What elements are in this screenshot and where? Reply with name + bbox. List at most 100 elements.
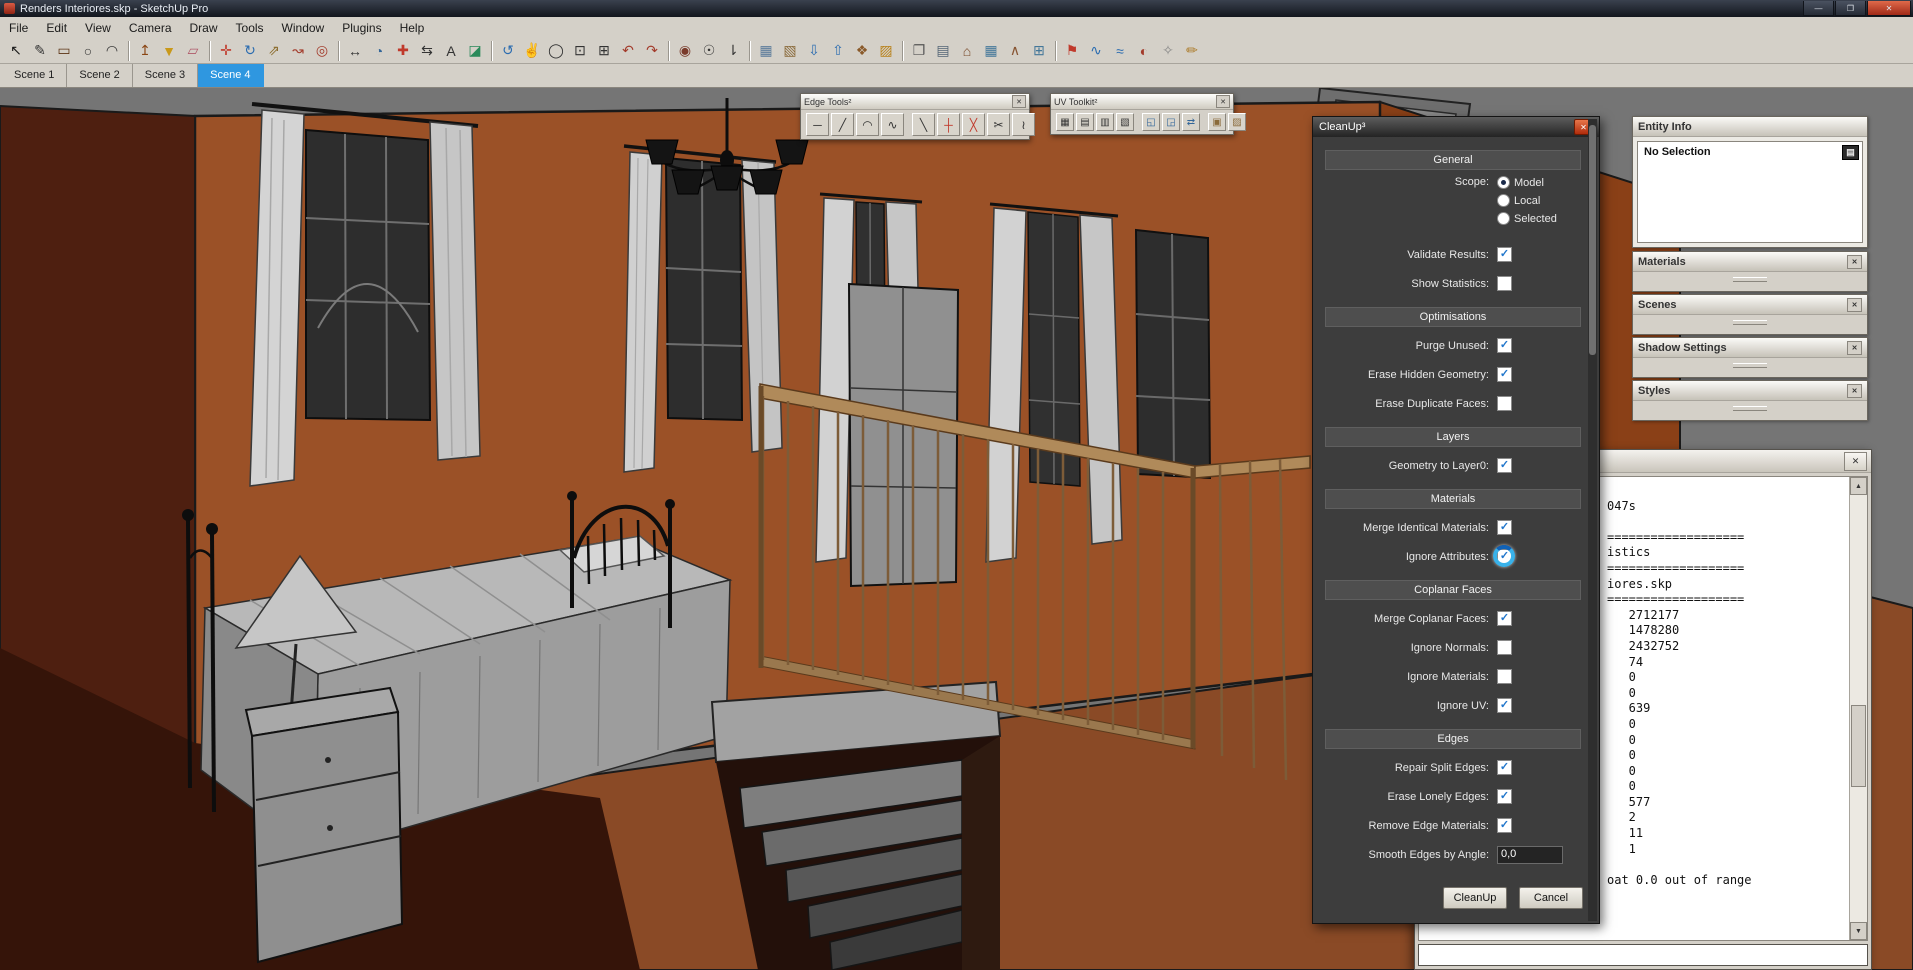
scrollbar-thumb[interactable] <box>1589 125 1596 355</box>
checkbox-validate-results[interactable]: ✓ <box>1497 247 1512 262</box>
window-plugin[interactable]: ⊞ <box>1028 40 1050 62</box>
pencil-plugin[interactable]: ✏ <box>1181 40 1203 62</box>
orbit-tool[interactable]: ↺ <box>497 40 519 62</box>
console-input[interactable] <box>1418 944 1868 966</box>
uv-copy[interactable]: ◱ <box>1142 113 1160 131</box>
uv-restore[interactable]: ▨ <box>1228 113 1246 131</box>
next-view-tool[interactable]: ↷ <box>641 40 663 62</box>
photo-textures-plugin[interactable]: ▧ <box>779 40 801 62</box>
radio-selected[interactable] <box>1497 212 1510 225</box>
entity-info-titlebar[interactable]: Entity Info <box>1633 117 1867 137</box>
checkbox-merge-identical-materials[interactable]: ✓ <box>1497 520 1512 535</box>
cleanup-scrollbar[interactable] <box>1588 119 1597 921</box>
straighten-edges[interactable]: ─ <box>806 113 829 136</box>
radio-option-selected[interactable]: Selected <box>1497 212 1557 225</box>
nightstand[interactable] <box>246 688 402 962</box>
pan-tool[interactable]: ✌ <box>521 40 543 62</box>
uv-toolkit-titlebar[interactable]: UV Toolkit² ✕ <box>1051 94 1233 110</box>
panel-titlebar[interactable]: Materials✕ <box>1633 252 1867 272</box>
uv-transfer[interactable]: ⇄ <box>1182 113 1200 131</box>
cleanup-button[interactable]: CleanUp <box>1443 887 1507 909</box>
dimension-tool[interactable]: ⇆ <box>416 40 438 62</box>
radio-model[interactable] <box>1497 176 1510 189</box>
move-tool[interactable]: ✛ <box>215 40 237 62</box>
radio-option-model[interactable]: Model <box>1497 176 1557 189</box>
close-icon[interactable]: ✕ <box>1847 255 1862 269</box>
cleanup-dialog[interactable]: CleanUp³ ✕ GeneralScope:ModelLocalSelect… <box>1312 116 1600 924</box>
scale-tool[interactable]: ⇗ <box>263 40 285 62</box>
menu-draw[interactable]: Draw <box>181 19 227 37</box>
cleanup-titlebar[interactable]: CleanUp³ ✕ <box>1313 117 1599 137</box>
zoom-extents-tool[interactable]: ⊞ <box>593 40 615 62</box>
close-icon[interactable]: ✕ <box>1847 298 1862 312</box>
smooth-angle-input[interactable]: 0,0 <box>1497 846 1563 864</box>
panel-grip[interactable] <box>1733 277 1767 282</box>
edge-tools-palette[interactable]: Edge Tools² ✕ ─╱◠∿╲┼╳✂≀ <box>800 93 1030 140</box>
uv-planar-map[interactable]: ▤ <box>1076 113 1094 131</box>
cancel-button[interactable]: Cancel <box>1519 887 1583 909</box>
push-pull-tool[interactable]: ↥ <box>134 40 156 62</box>
tab-scene-4[interactable]: Scene 4 <box>198 64 263 87</box>
uv-box-map[interactable]: ▥ <box>1096 113 1114 131</box>
export-plugin[interactable]: ⇧ <box>827 40 849 62</box>
wardrobe[interactable] <box>849 284 958 586</box>
tab-scene-3[interactable]: Scene 3 <box>133 64 198 87</box>
uv-toolkit-palette[interactable]: UV Toolkit² ✕ ▦▤▥▧◱◲⇄▣▨ <box>1050 93 1234 135</box>
checkbox-merge-coplanar-faces[interactable]: ✓ <box>1497 611 1512 626</box>
checkbox-remove-edge-materials[interactable]: ✓ <box>1497 818 1512 833</box>
menu-edit[interactable]: Edit <box>37 19 76 37</box>
walk-tool[interactable]: ⇂ <box>722 40 744 62</box>
minimize-button[interactable]: — <box>1803 1 1834 16</box>
uv-paste[interactable]: ◲ <box>1162 113 1180 131</box>
checkbox-ignore-normals[interactable] <box>1497 640 1512 655</box>
zoom-tool[interactable]: ◯ <box>545 40 567 62</box>
zoom-window-tool[interactable]: ⊡ <box>569 40 591 62</box>
weld-edges[interactable]: ≀ <box>1012 113 1035 136</box>
divide-edge[interactable]: ┼ <box>937 113 960 136</box>
look-around-tool[interactable]: ☉ <box>698 40 720 62</box>
menu-tools[interactable]: Tools <box>227 19 273 37</box>
menu-plugins[interactable]: Plugins <box>333 19 390 37</box>
panel-titlebar[interactable]: Scenes✕ <box>1633 295 1867 315</box>
rotate-tool[interactable]: ↻ <box>239 40 261 62</box>
roof-plugin[interactable]: ∧ <box>1004 40 1026 62</box>
pages-plugin[interactable]: ❐ <box>908 40 930 62</box>
checkbox-erase-hidden-geometry[interactable]: ✓ <box>1497 367 1512 382</box>
edge-tools-titlebar[interactable]: Edge Tools² ✕ <box>801 94 1029 110</box>
scroll-up-icon[interactable]: ▲ <box>1850 477 1867 495</box>
checkbox-erase-lonely-edges[interactable]: ✓ <box>1497 789 1512 804</box>
radio-local[interactable] <box>1497 194 1510 207</box>
entity-info-details-toggle[interactable]: ▤ <box>1842 145 1859 160</box>
menu-file[interactable]: File <box>0 19 37 37</box>
protractor-tool[interactable]: ◔ <box>368 40 390 62</box>
tape-measure-tool[interactable]: ↔ <box>344 40 366 62</box>
checkbox-erase-duplicate-faces[interactable] <box>1497 396 1512 411</box>
grid-plugin[interactable]: ▦ <box>980 40 1002 62</box>
get-models-plugin[interactable]: ▦ <box>755 40 777 62</box>
import-plugin[interactable]: ⇩ <box>803 40 825 62</box>
staircase[interactable] <box>716 736 1000 970</box>
paint-bucket-tool[interactable]: ▼ <box>158 40 180 62</box>
close-icon[interactable]: ✕ <box>1012 95 1026 108</box>
window-back-3[interactable] <box>1136 230 1210 478</box>
trim-edge[interactable]: ✂ <box>987 113 1010 136</box>
select-tool[interactable]: ↖ <box>5 40 27 62</box>
materials-plugin[interactable]: ▨ <box>875 40 897 62</box>
close-icon[interactable]: ✕ <box>1847 341 1862 355</box>
close-icon[interactable]: ✕ <box>1847 384 1862 398</box>
menu-view[interactable]: View <box>76 19 120 37</box>
radio-option-local[interactable]: Local <box>1497 194 1557 207</box>
uv-quad-map[interactable]: ▧ <box>1116 113 1134 131</box>
offset-tool[interactable]: ◎ <box>311 40 333 62</box>
split-edge[interactable]: ╳ <box>962 113 985 136</box>
checkbox-geometry-to-layer0[interactable]: ✓ <box>1497 458 1512 473</box>
close-icon[interactable]: ✕ <box>1216 95 1230 108</box>
menu-window[interactable]: Window <box>273 19 334 37</box>
checkbox-ignore-materials[interactable] <box>1497 669 1512 684</box>
bezier-plugin[interactable]: ≈ <box>1109 40 1131 62</box>
checkbox-purge-unused[interactable]: ✓ <box>1497 338 1512 353</box>
panel-grip[interactable] <box>1733 406 1767 411</box>
menu-camera[interactable]: Camera <box>120 19 181 37</box>
tab-scene-1[interactable]: Scene 1 <box>2 64 67 87</box>
text-tool[interactable]: A <box>440 40 462 62</box>
